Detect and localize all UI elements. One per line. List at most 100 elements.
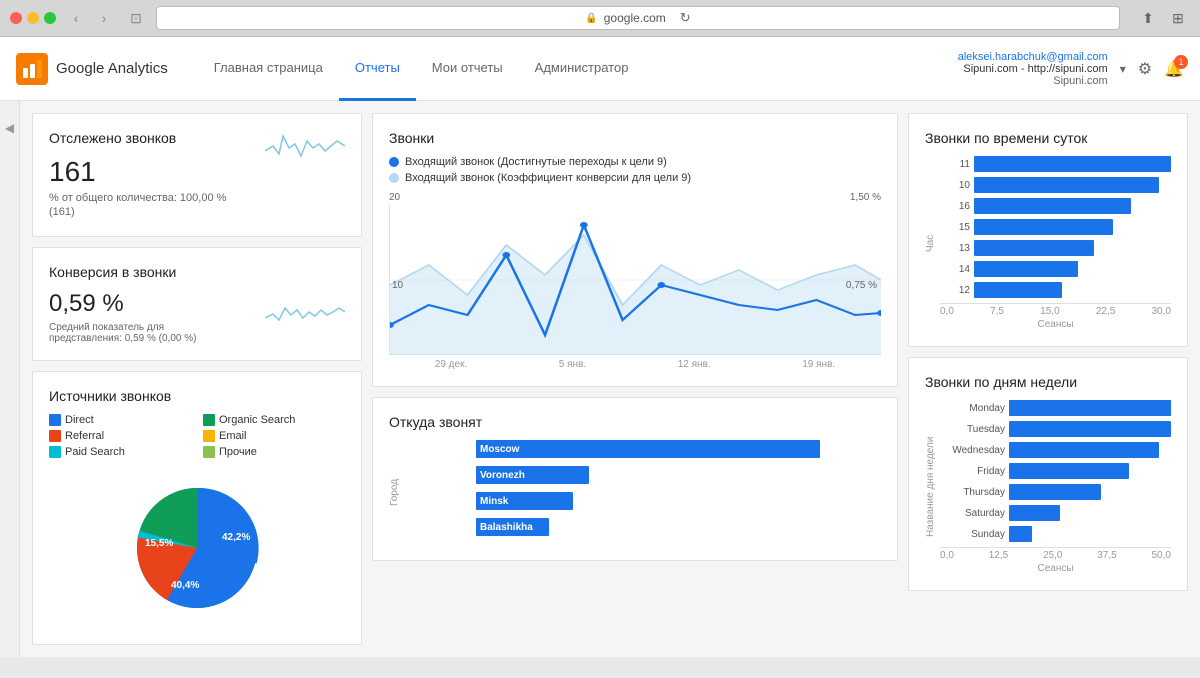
conversion-value: 0,59 %: [49, 290, 229, 318]
weekly-x-3: 37,5: [1097, 550, 1116, 561]
hbar-label-thursday: Thursday: [940, 487, 1005, 498]
hbar-bar-12: [974, 282, 1062, 298]
hbar-label-14: 14: [940, 264, 970, 275]
weekly-chart-card: Звонки по дням недели Название дня недел…: [908, 357, 1188, 591]
hbar-bar-13: [974, 240, 1094, 256]
hbar-label-12: 12: [940, 285, 970, 296]
hourly-x-label: Сеансы: [940, 319, 1171, 330]
app-header: Google Analytics Главная страница Отчеты…: [0, 37, 1200, 101]
y-right-top: 1,50 %: [850, 192, 881, 203]
notifications-button[interactable]: 🔔 1: [1164, 59, 1184, 79]
maximize-dot[interactable]: [44, 12, 56, 24]
hbar-bar-wednesday: [1009, 442, 1159, 458]
legend-direct: Direct: [49, 414, 191, 426]
conversion-title: Конверсия в звонки: [49, 264, 345, 280]
hbar-thursday: Thursday: [940, 484, 1171, 500]
hbar-label-15: 15: [940, 222, 970, 233]
share-button[interactable]: ⬆: [1136, 6, 1160, 30]
weekly-y-label: Название дня недели: [925, 400, 936, 574]
hourly-bars: 11 10 16: [940, 156, 1171, 330]
legend-text-1: Входящий звонок (Достигнутые переходы к …: [405, 156, 667, 168]
account-site: Sipuni.com - http://sipuni.com: [958, 63, 1108, 75]
weekly-chart-body: Название дня недели Monday Tuesday: [925, 400, 1171, 574]
legend-color-organic: [203, 414, 215, 426]
tracked-calls-sub2: (161): [49, 206, 226, 218]
city-name-voronezh: Voronezh: [480, 470, 525, 481]
hbar-10: 10: [940, 177, 1171, 193]
x-label-0: 29 дек.: [435, 359, 467, 370]
nav-home[interactable]: Главная страница: [198, 37, 339, 101]
calls-chart-card: Звонки Входящий звонок (Достигнутые пере…: [372, 113, 898, 387]
main-nav: Главная страница Отчеты Мои отчеты Админ…: [198, 37, 958, 101]
city-chart-title: Откуда звонят: [389, 414, 881, 430]
nav-myreports[interactable]: Мои отчеты: [416, 37, 519, 101]
url-text: google.com: [604, 11, 666, 25]
new-tab-button[interactable]: ⊞: [1166, 6, 1190, 30]
nav-reports[interactable]: Отчеты: [339, 37, 416, 101]
legend-label-organic: Organic Search: [219, 414, 295, 426]
legend-color-direct: [49, 414, 61, 426]
content-area: Отслежено звонков 161 % от общего количе…: [20, 101, 1200, 657]
city-bar-voronezh: Voronezh: [405, 466, 881, 484]
left-column: Отслежено звонков 161 % от общего количе…: [32, 113, 362, 645]
weekly-x-4: 50,0: [1152, 550, 1171, 561]
legend-dot-1: [389, 157, 399, 167]
hourly-x-0: 0,0: [940, 306, 954, 317]
settings-button[interactable]: ⚙: [1138, 59, 1152, 79]
city-bar-minsk: Minsk: [405, 492, 881, 510]
pie-svg: 42,2% 40,4% 15,5%: [117, 468, 277, 628]
hbar-16: 16: [940, 198, 1171, 214]
legend-dot-2: [389, 173, 399, 183]
forward-button[interactable]: ›: [92, 6, 116, 30]
city-name-minsk: Minsk: [480, 496, 508, 507]
city-bar-moscow: Moscow: [405, 440, 881, 458]
account-dropdown-icon[interactable]: ▾: [1120, 62, 1126, 76]
logo: Google Analytics: [16, 53, 168, 85]
hbar-label-sunday: Sunday: [940, 529, 1005, 540]
hbar-bar-thursday: [1009, 484, 1101, 500]
conversion-sparkline: [265, 290, 345, 330]
hbar-label-monday: Monday: [940, 403, 1005, 414]
hbar-12: 12: [940, 282, 1171, 298]
sources-title: Источники звонков: [49, 388, 345, 404]
pie-label-direct: 42,2%: [222, 532, 250, 543]
close-dot[interactable]: [10, 12, 22, 24]
hbar-bar-14: [974, 261, 1078, 277]
hourly-x-4: 30,0: [1152, 306, 1171, 317]
hbar-tuesday: Tuesday: [940, 421, 1171, 437]
hourly-title: Звонки по времени суток: [925, 130, 1171, 146]
sidebar-toggle[interactable]: ◀: [0, 101, 20, 657]
legend-email: Email: [203, 430, 345, 442]
logo-text: Google Analytics: [56, 60, 168, 77]
legend-referral: Referral: [49, 430, 191, 442]
weekly-bars: Monday Tuesday Wednesday: [940, 400, 1171, 574]
hbar-bar-monday: [1009, 400, 1171, 416]
hourly-chart-body: Час 11 10: [925, 156, 1171, 330]
reload-button[interactable]: ↻: [680, 10, 691, 26]
legend-paid: Paid Search: [49, 446, 191, 458]
legend-color-paid: [49, 446, 61, 458]
hbar-label-tuesday: Tuesday: [940, 424, 1005, 435]
back-button[interactable]: ‹: [64, 6, 88, 30]
legend-organic: Organic Search: [203, 414, 345, 426]
hbar-label-16: 16: [940, 201, 970, 212]
weekly-x-2: 25,0: [1043, 550, 1062, 561]
sources-legend: Direct Organic Search Referral: [49, 414, 345, 458]
page-icon: ⊡: [124, 6, 148, 30]
city-bar-balashikha: Balashikha: [405, 518, 881, 536]
weekly-x-label: Сеансы: [940, 563, 1171, 574]
tracked-calls-card: Отслежено звонков 161 % от общего количе…: [32, 113, 362, 237]
minimize-dot[interactable]: [27, 12, 39, 24]
city-chart-inner: Город Moscow: [389, 440, 881, 544]
hbar-bar-tuesday: [1009, 421, 1171, 437]
hbar-bar-10: [974, 177, 1159, 193]
hbar-sunday: Sunday: [940, 526, 1171, 542]
address-bar[interactable]: 🔒 google.com ↻: [156, 6, 1120, 30]
legend-other: Прочие: [203, 446, 345, 458]
hbar-label-11: 11: [940, 159, 970, 170]
nav-admin[interactable]: Администратор: [519, 37, 645, 101]
hbar-bar-friday: [1009, 463, 1129, 479]
logo-icon: [16, 53, 48, 85]
conversion-card: Конверсия в звонки 0,59 % Средний показа…: [32, 247, 362, 361]
weekly-x-1: 12,5: [989, 550, 1008, 561]
